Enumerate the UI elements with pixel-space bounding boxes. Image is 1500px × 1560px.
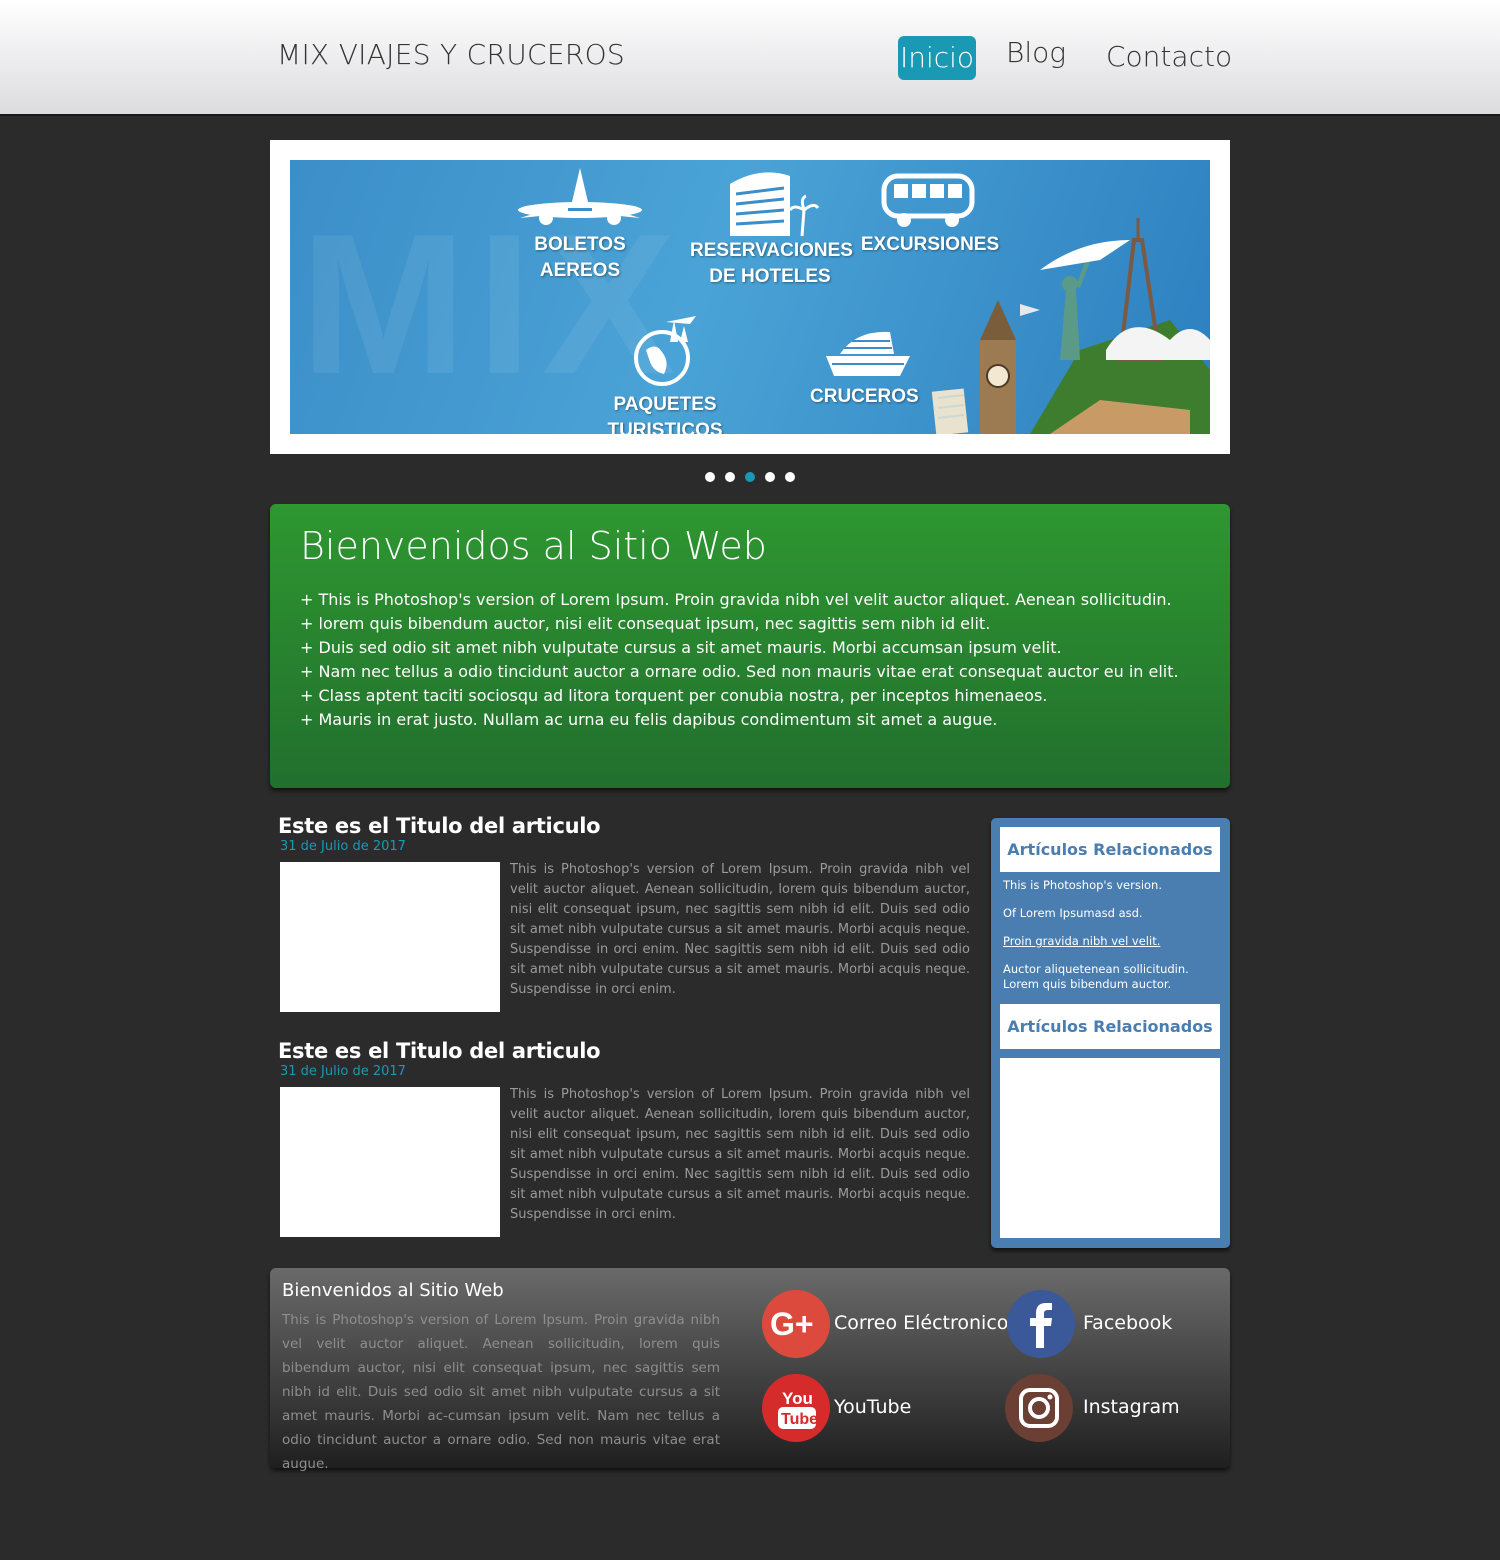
youtube-glyph-you: You	[782, 1389, 813, 1408]
social-facebook[interactable]: Facebook	[1007, 1290, 1207, 1358]
slider-dot-5[interactable]	[785, 472, 795, 482]
landmarks-image	[931, 218, 1210, 434]
article-text: This is Photoshop's version of Lorem Ips…	[510, 1087, 970, 1222]
youtube-glyph: You Tube	[778, 1389, 818, 1429]
label-reservaciones-line-1: RESERVACIONES	[690, 240, 853, 261]
slider-pagination	[700, 472, 800, 484]
slider-dot-1[interactable]	[705, 472, 715, 482]
welcome-list: + This is Photoshop's version of Lorem I…	[300, 588, 1179, 732]
article-date: 31 de Julio de 2017	[280, 839, 406, 854]
label-boletos-aereos: BOLETOS AEREOS	[534, 234, 626, 281]
facebook-glyph	[1030, 1303, 1052, 1348]
sidebar-heading: Artículos Relacionados	[1000, 827, 1220, 872]
slider-dot-2[interactable]	[725, 472, 735, 482]
site-footer: Bienvenidos al Sitio Web This is Photosh…	[270, 1268, 1230, 1472]
cruise-ship-icon	[826, 331, 910, 376]
article-thumbnail[interactable]	[280, 862, 500, 1012]
airplane-icon	[518, 168, 642, 225]
nav-contacto[interactable]: Contacto	[1106, 40, 1232, 73]
google-plus-glyph: G+	[770, 1306, 814, 1342]
footer-text: This is Photoshop's version of Lorem Ips…	[282, 1312, 720, 1472]
social-instagram-label: Instagram	[1083, 1396, 1180, 1418]
site-header: MIX VIAJES Y CRUCEROS Inicio Blog Contac…	[0, 0, 1500, 116]
social-youtube-label: YouTube	[834, 1396, 912, 1418]
hero-banner[interactable]: MIX BOLETOS AEREOS RESERVACIONES DE HOTE…	[290, 160, 1210, 434]
sidebar-link[interactable]: This is Photoshop's version.	[1003, 878, 1218, 893]
nav-blog[interactable]: Blog	[1006, 36, 1066, 69]
label-cruceros: CRUCEROS	[810, 386, 919, 407]
welcome-list-item: + lorem quis bibendum auctor, nisi elit …	[300, 614, 991, 633]
social-gplus[interactable]: G+ Correo Eléctronico	[762, 1290, 1008, 1358]
article-thumbnail[interactable]	[280, 1087, 500, 1237]
article-date: 31 de Julio de 2017	[280, 1064, 406, 1079]
label-paquetes-turisticos: PAQUETES TURISTICOS	[607, 394, 723, 434]
social-instagram[interactable]: Instagram	[1005, 1374, 1205, 1442]
slider-dot-4[interactable]	[765, 472, 775, 482]
related-sidebar: Artículos Relacionados This is Photoshop…	[991, 818, 1230, 1248]
label-reservaciones: RESERVACIONES DE HOTELES	[690, 238, 853, 290]
label-reservaciones-line-2: DE HOTELES	[709, 266, 831, 287]
welcome-list-item: + This is Photoshop's version of Lorem I…	[300, 590, 1172, 609]
sidebar-link[interactable]: Of Lorem Ipsumasd asd.	[1003, 906, 1218, 921]
google-plus-icon: G+	[762, 1290, 830, 1358]
sidebar-links: This is Photoshop's version. Of Lorem Ip…	[1003, 878, 1218, 1005]
footer-title: Bienvenidos al Sitio Web	[282, 1280, 504, 1301]
welcome-list-item: + Class aptent taciti sociosqu ad litora…	[300, 686, 1048, 705]
article-text: This is Photoshop's version of Lorem Ips…	[510, 862, 970, 997]
social-gplus-label: Correo Eléctronico	[834, 1312, 1009, 1334]
slider-dot-3[interactable]	[745, 472, 755, 482]
hotel-icon	[730, 172, 820, 237]
welcome-list-item: + Duis sed odio sit amet nibh vulputate …	[300, 638, 1062, 657]
welcome-title: Bienvenidos al Sitio Web	[300, 524, 767, 568]
site-logo[interactable]: MIX VIAJES Y CRUCEROS	[277, 38, 625, 71]
youtube-glyph-tube: Tube	[781, 1411, 818, 1428]
instagram-glyph	[1019, 1388, 1059, 1428]
social-youtube[interactable]: You Tube YouTube	[762, 1374, 1002, 1442]
article-title[interactable]: Este es el Titulo del articulo	[278, 1039, 601, 1063]
facebook-icon	[1007, 1290, 1075, 1358]
hero-slider: MIX BOLETOS AEREOS RESERVACIONES DE HOTE…	[270, 140, 1230, 454]
article-title[interactable]: Este es el Titulo del articulo	[278, 814, 601, 838]
welcome-list-item: + Nam nec tellus a odio tincidunt auctor…	[300, 662, 1179, 681]
sidebar-content-box	[1000, 1058, 1220, 1238]
svg-text:G+: G+	[770, 1306, 814, 1342]
welcome-panel: Bienvenidos al Sitio Web + This is Photo…	[270, 504, 1230, 788]
sidebar-link[interactable]: Auctor aliquetenean sollicitudin. Lorem …	[1003, 962, 1218, 992]
instagram-icon	[1005, 1374, 1073, 1442]
sidebar-heading: Artículos Relacionados	[1000, 1004, 1220, 1049]
sidebar-link[interactable]: Proin gravida nibh vel velit.	[1003, 934, 1218, 949]
youtube-icon: You Tube	[762, 1374, 830, 1442]
globe-icon	[634, 316, 696, 386]
nav-inicio[interactable]: Inicio	[898, 36, 976, 80]
welcome-list-item: + Mauris in erat justo. Nullam ac urna e…	[300, 710, 998, 729]
social-facebook-label: Facebook	[1083, 1312, 1173, 1334]
